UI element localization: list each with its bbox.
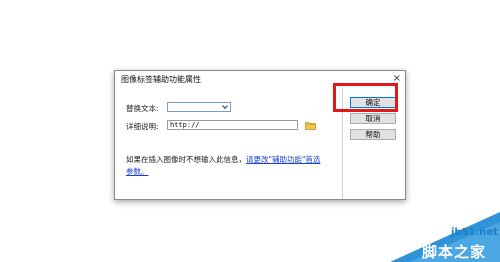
watermark-url: jb51.net — [451, 227, 498, 238]
cancel-button[interactable]: 取消 — [350, 113, 396, 124]
browse-folder-icon[interactable] — [305, 121, 316, 130]
preference-note: 如果在插入图像时不想输入此信息，请更改"辅助功能"首选参数。 — [126, 154, 326, 178]
chevron-down-icon[interactable] — [222, 103, 228, 109]
help-button[interactable]: 帮助 — [350, 129, 396, 140]
alt-text-combobox[interactable] — [167, 102, 231, 112]
note-text: 如果在插入图像时不想输入此信息， — [126, 155, 246, 164]
dialog-title: 图像标签辅助功能属性 — [121, 75, 201, 84]
description-input[interactable]: http:// — [167, 120, 298, 130]
description-label: 详细说明: — [126, 122, 159, 131]
ok-button-highlight — [333, 83, 398, 112]
watermark-brand: 脚本之家 — [422, 243, 487, 261]
alt-text-label: 替换文本: — [126, 104, 159, 113]
